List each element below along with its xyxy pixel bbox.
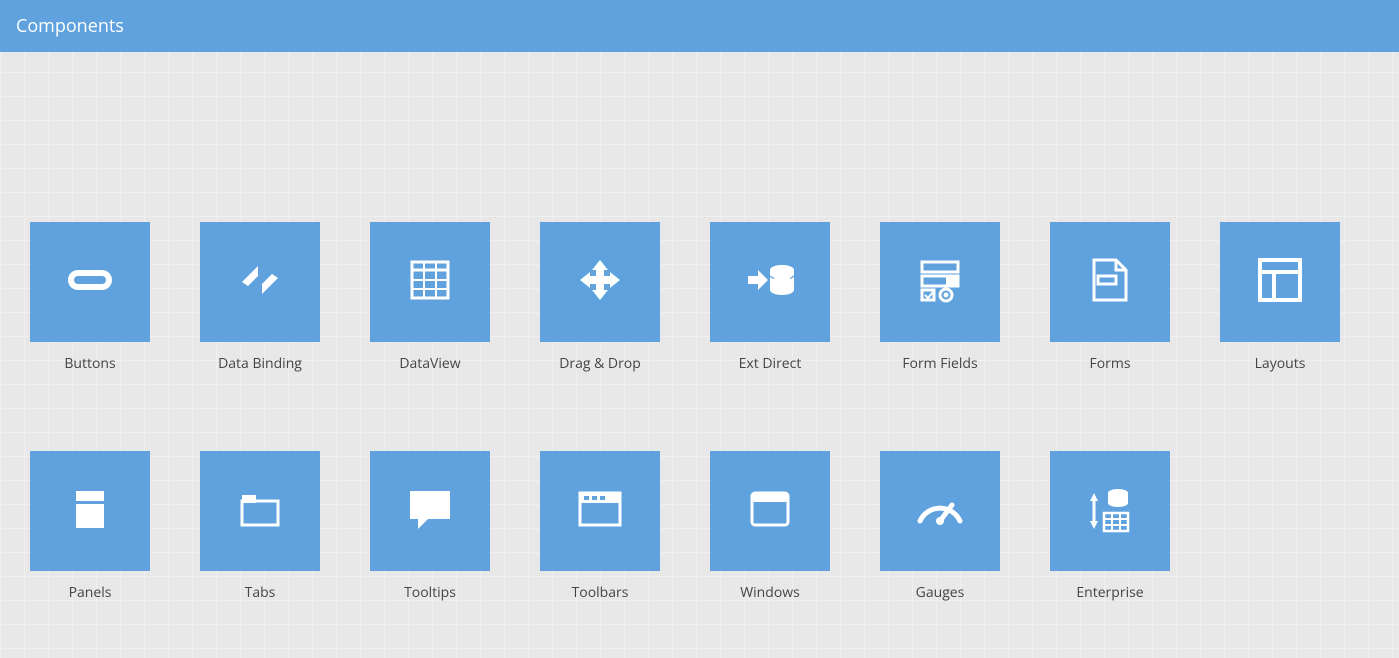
tile-label: Drag & Drop [559,354,641,373]
tile-box [200,451,320,571]
tile-label: Forms [1089,354,1130,373]
tile-box [880,451,1000,571]
drag-drop-icon [568,248,632,317]
button-icon [58,248,122,317]
tile-box [30,451,150,571]
dataview-icon [398,248,462,317]
tile-box [1050,451,1170,571]
tile-dataview[interactable]: DataView [370,222,490,373]
tile-box [710,451,830,571]
tile-data-binding[interactable]: Data Binding [200,222,320,373]
tile-box [370,451,490,571]
ext-direct-icon [738,248,802,317]
tooltips-icon [398,477,462,546]
tile-label: Form Fields [902,354,977,373]
toolbars-icon [568,477,632,546]
tile-toolbars[interactable]: Toolbars [540,451,660,602]
tile-box [540,451,660,571]
tile-label: Data Binding [218,354,302,373]
tile-gauges[interactable]: Gauges [880,451,1000,602]
tile-box [880,222,1000,342]
form-fields-icon [908,248,972,317]
tile-box [540,222,660,342]
tile-tooltips[interactable]: Tooltips [370,451,490,602]
tile-tabs[interactable]: Tabs [200,451,320,602]
tile-layouts[interactable]: Layouts [1220,222,1340,373]
tile-box [1050,222,1170,342]
data-binding-icon [228,248,292,317]
tile-drag-drop[interactable]: Drag & Drop [540,222,660,373]
tile-label: Gauges [916,583,965,602]
tile-label: Panels [69,583,112,602]
tile-label: DataView [399,354,460,373]
tile-form-fields[interactable]: Form Fields [880,222,1000,373]
tile-label: Layouts [1255,354,1306,373]
panels-icon [58,477,122,546]
tile-grid-container: Buttons Data Binding [0,52,1399,632]
tile-label: Enterprise [1076,583,1143,602]
page-header: Components [0,0,1399,52]
tile-ext-direct[interactable]: Ext Direct [710,222,830,373]
tile-forms[interactable]: Forms [1050,222,1170,373]
tile-label: Buttons [64,354,115,373]
tile-box [200,222,320,342]
layouts-icon [1248,248,1312,317]
tile-enterprise[interactable]: Enterprise [1050,451,1170,602]
tile-box [30,222,150,342]
tile-label: Tooltips [404,583,456,602]
tile-grid: Buttons Data Binding [30,222,1369,602]
page-title: Components [16,14,124,38]
tile-box [1220,222,1340,342]
enterprise-icon [1078,477,1142,546]
tile-box [710,222,830,342]
tile-label: Windows [740,583,800,602]
tile-box [370,222,490,342]
tile-label: Toolbars [572,583,629,602]
forms-icon [1078,248,1142,317]
gauges-icon [908,477,972,546]
tile-label: Tabs [245,583,276,602]
tile-buttons[interactable]: Buttons [30,222,150,373]
tile-label: Ext Direct [739,354,802,373]
windows-icon [738,477,802,546]
tabs-icon [228,477,292,546]
tile-panels[interactable]: Panels [30,451,150,602]
tile-windows[interactable]: Windows [710,451,830,602]
